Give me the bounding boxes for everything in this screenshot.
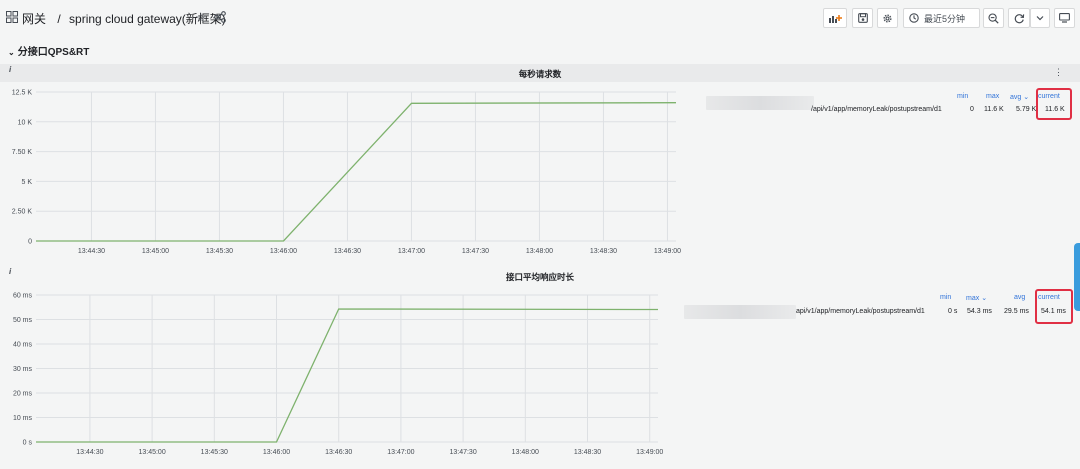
legend-header-avg[interactable]: avg ⌄ [1010,93,1029,101]
x-tick-label: 13:48:30 [574,449,601,456]
y-tick-label: 20 ms [13,391,33,398]
panel-menu-icon[interactable]: ⋮ [1054,67,1063,78]
chevron-down-icon: ⌄ [981,295,988,302]
save-dashboard-button[interactable] [852,8,873,28]
dashboard-title[interactable]: spring cloud gateway [69,12,182,26]
x-tick-label: 13:47:30 [449,449,476,456]
legend-min-value: 0 s [948,308,958,315]
redacted-series-prefix [706,96,814,110]
highlight-box [1036,88,1072,120]
y-tick-label: 40 ms [13,342,33,349]
x-tick-label: 13:48:30 [590,248,617,255]
x-tick-label: 13:45:30 [201,449,228,456]
y-tick-label: 60 ms [13,293,33,300]
y-tick-label: 7.50 K [12,149,33,156]
legend-header-min[interactable]: min [940,294,951,301]
zoom-out-button[interactable] [983,8,1004,28]
redacted-series-prefix [684,305,796,319]
panel-title[interactable]: 每秒请求数 [0,68,1080,80]
x-tick-label: 13:48:00 [512,449,539,456]
qps-chart[interactable]: 0 2.50 K 5 K 7.50 K 10 K 12.5 K 13:44:30 13:45:… [0,82,700,282]
save-icon [857,13,868,23]
tv-mode-button[interactable] [1054,8,1075,28]
clock-icon [909,13,919,23]
highlight-box [1035,289,1073,324]
tv-mode-icon [1059,13,1070,23]
side-feedback-tab[interactable] [1074,243,1080,311]
refresh-button[interactable] [1008,8,1030,28]
time-range-label: 最近5分钟 [924,13,966,24]
gear-icon [883,13,892,23]
x-tick-label: 13:44:30 [78,248,105,255]
breadcrumb-folder[interactable]: 网关 [22,12,46,26]
share-icon[interactable] [214,11,226,23]
series-line[interactable] [36,102,677,242]
star-icon[interactable]: ☆ [195,10,207,26]
y-tick-label: 10 K [18,119,33,126]
add-panel-button[interactable] [823,8,847,28]
dashboard-navbar: 网关 / spring cloud gateway(新框架) ☆ 最近5分钟 [0,0,1080,36]
x-tick-label: 13:49:00 [654,248,681,255]
row-title-text: 分接口QPS&RT [17,47,90,58]
zoom-out-icon [988,12,999,24]
legend-max-value: 54.3 ms [967,308,992,315]
x-tick-label: 13:48:00 [526,248,553,255]
qps-legend: min max avg ⌄ current /api/v1/app/memory… [700,90,1075,130]
y-tick-label: 0 [28,239,32,246]
y-tick-label: 0 s [23,440,33,447]
legend-avg-value: 29.5 ms [1004,308,1029,315]
legend-header-avg-label: avg [1010,94,1022,101]
series-line[interactable] [36,308,659,443]
refresh-interval-dropdown[interactable] [1030,8,1050,28]
x-tick-label: 13:49:00 [636,449,663,456]
y-tick-label: 50 ms [13,317,33,324]
legend-header-max[interactable]: max [986,93,999,100]
x-tick-label: 13:44:30 [76,449,103,456]
response-time-legend: min max ⌄ avg current api/v1/app/memoryL… [680,291,1075,331]
y-tick-label: 12.5 K [12,90,33,97]
y-tick-label: 10 ms [13,415,33,422]
refresh-icon [1014,13,1024,23]
x-tick-label: 13:46:00 [263,449,290,456]
legend-series-label[interactable]: /api/v1/app/memoryLeak/postupstream/d1 [811,106,942,113]
y-tick-label: 5 K [21,179,32,186]
apps-grid-icon[interactable] [6,11,18,23]
legend-header-max[interactable]: max ⌄ [966,294,987,302]
x-tick-label: 13:46:00 [270,248,297,255]
chevron-down-icon [1036,16,1044,21]
y-tick-label: 2.50 K [12,209,33,216]
time-range-picker[interactable]: 最近5分钟 [903,8,980,28]
x-tick-label: 13:45:30 [206,248,233,255]
row-title[interactable]: ⌄ 分接口QPS&RT [8,43,89,58]
x-tick-label: 13:46:30 [325,449,352,456]
x-tick-label: 13:47:30 [462,248,489,255]
breadcrumb-separator: / [57,12,61,26]
chevron-down-icon[interactable]: ⌄ [8,48,15,57]
y-tick-label: 30 ms [13,366,33,373]
legend-min-value: 0 [970,106,974,113]
legend-series-label[interactable]: api/v1/app/memoryLeak/postupstream/d1 [796,308,925,315]
legend-header-max-label: max [966,295,980,302]
x-tick-label: 13:47:00 [398,248,425,255]
add-panel-icon [829,14,842,23]
panel-title[interactable]: 接口平均响应时长 [0,271,1080,283]
dashboard-settings-button[interactable] [877,8,898,28]
chevron-down-icon: ⌄ [1023,94,1030,101]
x-tick-label: 13:46:30 [334,248,361,255]
x-tick-label: 13:45:00 [138,449,165,456]
x-tick-label: 13:47:00 [387,449,414,456]
x-tick-label: 13:45:00 [142,248,169,255]
response-time-chart[interactable]: 0 s 10 ms 20 ms 30 ms 40 ms 50 ms 60 ms 13:44:3… [0,286,700,466]
legend-max-value: 11.6 K [984,106,1004,113]
legend-header-avg[interactable]: avg [1014,294,1025,301]
legend-avg-value: 5.79 K [1016,106,1037,113]
legend-header-min[interactable]: min [957,93,968,100]
